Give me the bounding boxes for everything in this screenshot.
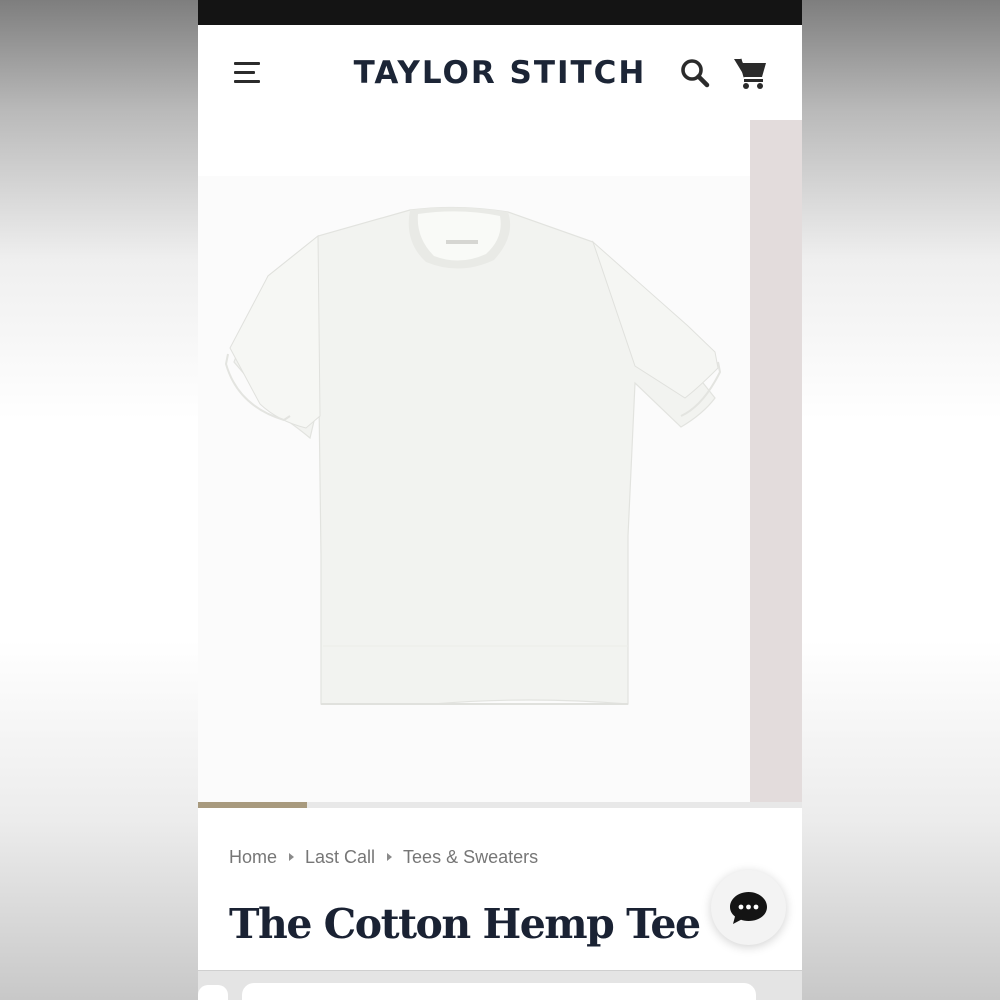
- next-slide-preview[interactable]: [750, 120, 802, 803]
- shopping-cart-icon[interactable]: [732, 55, 770, 91]
- breadcrumb-last-call[interactable]: Last Call: [305, 847, 375, 868]
- white-tshirt-image: [198, 176, 750, 803]
- status-bar: [198, 0, 802, 25]
- bottom-tab-main[interactable]: [242, 983, 756, 1000]
- breadcrumb-separator-icon: [289, 853, 295, 861]
- site-header: TAYLOR STITCH: [198, 25, 802, 120]
- product-title: The Cotton Hemp Tee: [229, 900, 701, 948]
- brand-logo[interactable]: TAYLOR STITCH: [348, 53, 652, 93]
- breadcrumb: Home Last Call Tees & Sweaters: [229, 846, 538, 868]
- chat-bubble-icon: [730, 892, 767, 924]
- breadcrumb-tees-sweaters[interactable]: Tees & Sweaters: [403, 847, 538, 868]
- bottom-drawer-bar: [198, 970, 802, 1000]
- hamburger-menu-icon[interactable]: [232, 58, 262, 88]
- breadcrumb-separator-icon: [387, 853, 393, 861]
- bottom-tab-left[interactable]: [198, 985, 228, 1000]
- search-icon[interactable]: [679, 57, 711, 89]
- product-page: TAYLOR STITCH Home Last Call Tees & Swea…: [198, 0, 802, 1000]
- breadcrumb-home[interactable]: Home: [229, 847, 277, 868]
- chat-button[interactable]: [711, 870, 786, 945]
- product-info: Home Last Call Tees & Sweaters The Cotto…: [198, 808, 802, 970]
- product-gallery[interactable]: [198, 120, 802, 803]
